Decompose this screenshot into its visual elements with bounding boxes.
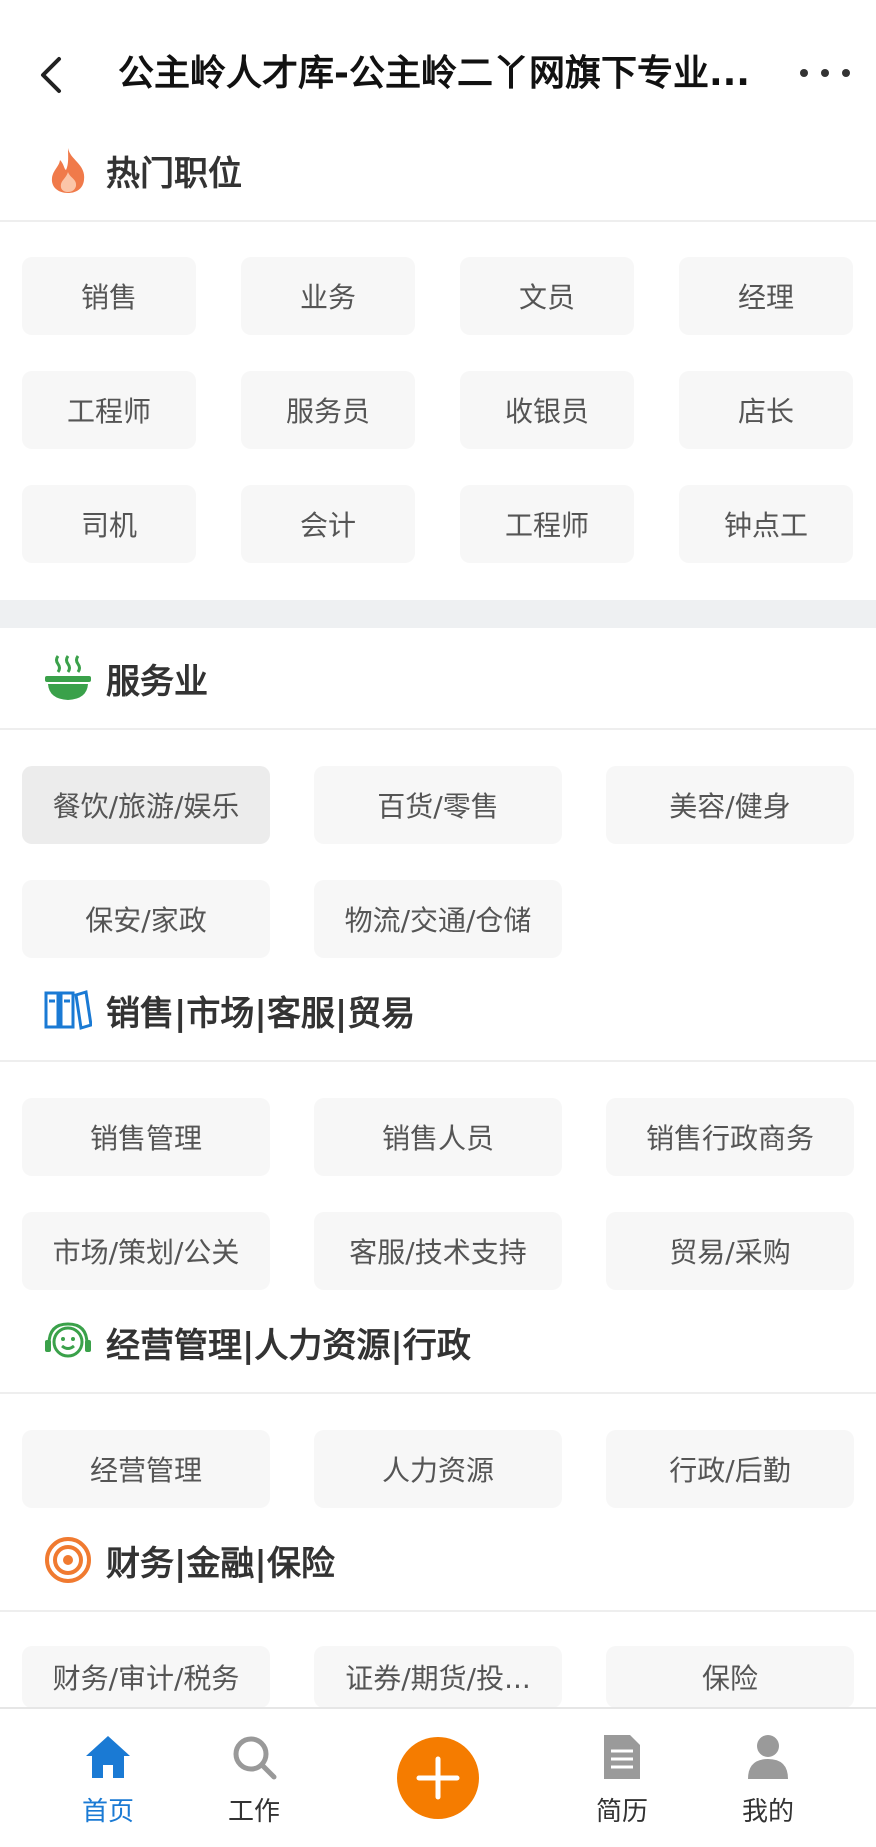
user-icon — [742, 1731, 794, 1783]
divider — [0, 728, 876, 730]
headset-icon — [38, 1312, 98, 1372]
management-section-title: 经营管理|人力资源|行政 — [106, 1325, 471, 1366]
category-tag[interactable]: 保安/家政 — [22, 880, 270, 958]
target-icon — [38, 1530, 98, 1590]
category-tag[interactable]: 物流/交通/仓储 — [314, 880, 562, 958]
nav-work[interactable]: 工作 — [189, 1709, 319, 1847]
nav-home-label: 首页 — [81, 1797, 134, 1827]
sales-section-title: 销售|市场|客服|贸易 — [106, 993, 416, 1034]
category-tag[interactable]: 人力资源 — [314, 1430, 562, 1508]
hot-tag[interactable]: 钟点工 — [679, 485, 853, 563]
section-gap — [0, 600, 876, 628]
category-tag[interactable]: 证券/期货/投... — [314, 1646, 562, 1708]
search-icon — [228, 1731, 280, 1783]
category-tag[interactable]: 市场/策划/公关 — [22, 1212, 270, 1290]
category-tag[interactable]: 销售管理 — [22, 1098, 270, 1176]
sales-section-header: 销售|市场|客服|贸易 — [0, 966, 876, 1054]
bottom-nav: 首页 工作 简历 我的 — [0, 1707, 876, 1847]
home-icon — [82, 1731, 134, 1783]
category-tag[interactable]: 客服/技术支持 — [314, 1212, 562, 1290]
back-button[interactable] — [22, 45, 82, 105]
category-tag[interactable]: 销售人员 — [314, 1098, 562, 1176]
category-tag[interactable]: 保险 — [606, 1646, 854, 1708]
finance-section-header: 财务|金融|保险 — [0, 1516, 876, 1604]
finance-section-title: 财务|金融|保险 — [106, 1543, 335, 1584]
category-tag[interactable]: 经营管理 — [22, 1430, 270, 1508]
nav-work-label: 工作 — [227, 1797, 280, 1827]
divider — [0, 1060, 876, 1062]
document-icon — [596, 1731, 648, 1783]
page-title: 公主岭人才库-公主岭二丫网旗下专业... — [118, 53, 750, 94]
divider — [0, 220, 876, 222]
category-tag[interactable]: 贸易/采购 — [606, 1212, 854, 1290]
service-section-title: 服务业 — [106, 661, 208, 702]
hot-tag[interactable]: 业务 — [241, 257, 415, 335]
category-tag[interactable]: 餐饮/旅游/娱乐 — [22, 766, 270, 844]
hot-tag[interactable]: 文员 — [460, 257, 634, 335]
fire-icon — [38, 140, 98, 200]
hot-tag[interactable]: 收银员 — [460, 371, 634, 449]
food-bowl-icon — [38, 648, 98, 708]
hot-section-header: 热门职位 — [0, 126, 876, 214]
back-arrow-icon — [41, 57, 61, 93]
category-tag[interactable]: 财务/审计/税务 — [22, 1646, 270, 1708]
hot-tag[interactable]: 工程师 — [460, 485, 634, 563]
hot-tag[interactable]: 店长 — [679, 371, 853, 449]
nav-mine[interactable]: 我的 — [703, 1709, 833, 1847]
hot-section-title: 热门职位 — [106, 153, 242, 194]
nav-home[interactable]: 首页 — [43, 1709, 173, 1847]
divider — [0, 1392, 876, 1394]
books-icon — [38, 980, 98, 1040]
hot-tag[interactable]: 销售 — [22, 257, 196, 335]
management-section-header: 经营管理|人力资源|行政 — [0, 1298, 876, 1386]
service-section-header: 服务业 — [0, 634, 876, 722]
category-tag[interactable]: 美容/健身 — [606, 766, 854, 844]
category-tag[interactable]: 销售行政商务 — [606, 1098, 854, 1176]
nav-mine-label: 我的 — [741, 1797, 794, 1827]
divider — [0, 1610, 876, 1612]
post-button[interactable] — [397, 1737, 479, 1819]
plus-icon — [416, 1756, 460, 1800]
nav-resume[interactable]: 简历 — [557, 1709, 687, 1847]
hot-tag[interactable]: 会计 — [241, 485, 415, 563]
more-dots-icon[interactable] — [800, 58, 850, 88]
category-tag[interactable]: 百货/零售 — [314, 766, 562, 844]
category-tag[interactable]: 行政/后勤 — [606, 1430, 854, 1508]
hot-tag[interactable]: 工程师 — [22, 371, 196, 449]
nav-resume-label: 简历 — [595, 1797, 648, 1827]
hot-tag[interactable]: 经理 — [679, 257, 853, 335]
hot-tag[interactable]: 司机 — [22, 485, 196, 563]
hot-tag[interactable]: 服务员 — [241, 371, 415, 449]
